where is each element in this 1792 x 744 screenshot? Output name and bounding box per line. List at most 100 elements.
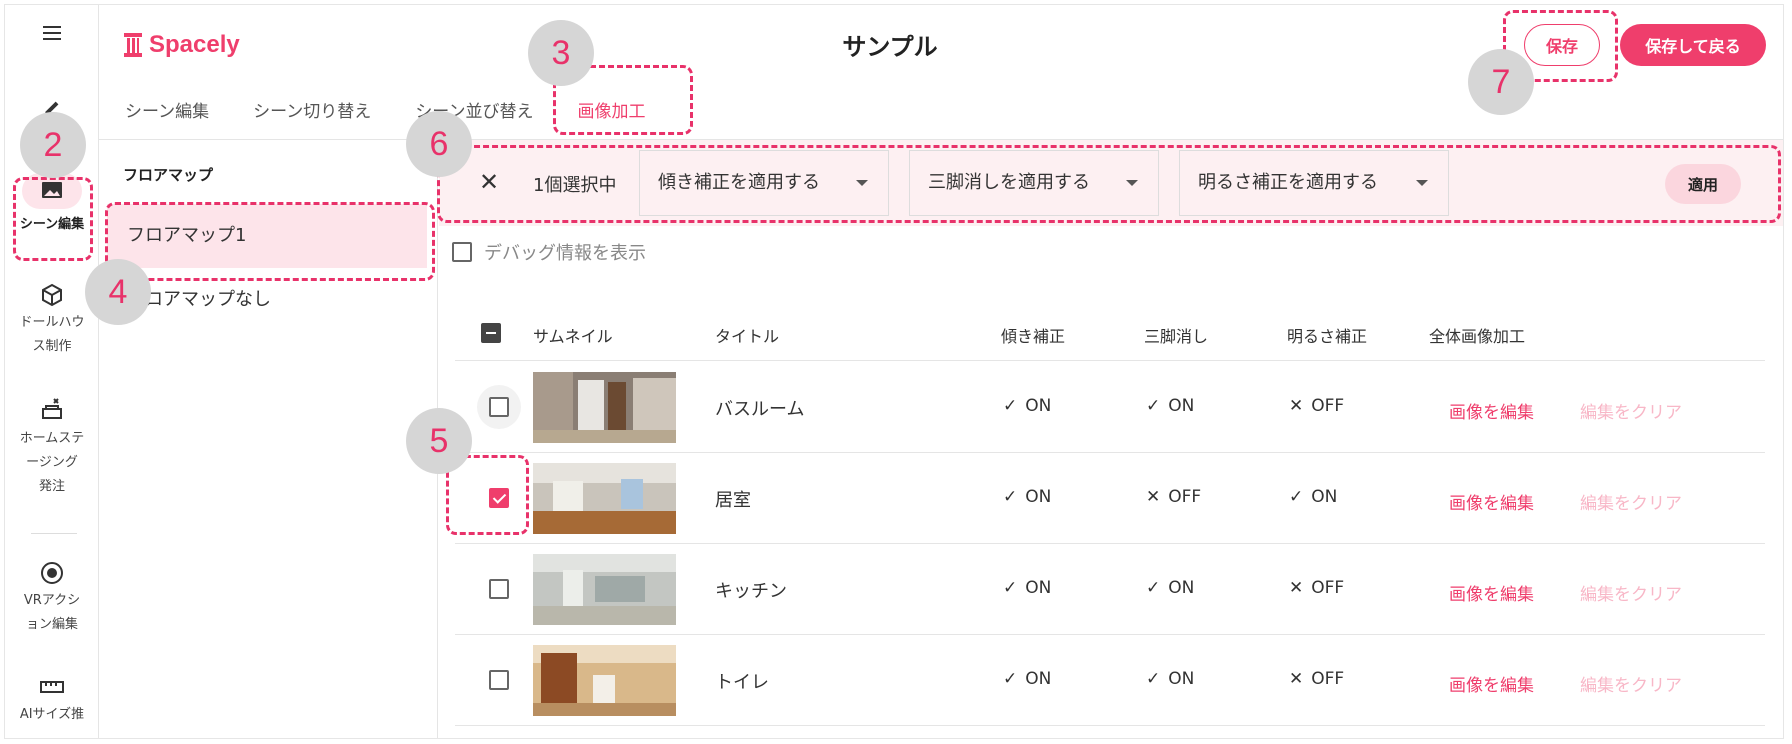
brightness-status: ✕ OFF <box>1289 578 1344 598</box>
check-icon: ✓ <box>1003 578 1018 598</box>
apply-button[interactable]: 適用 <box>1665 164 1741 204</box>
app-frame: シーン編集 ドールハウ ス制作 ホームステ ージング 発注 VRアクシ ョン編集… <box>4 4 1784 739</box>
row-checkbox[interactable] <box>489 670 509 690</box>
scene-thumbnail[interactable] <box>533 645 676 716</box>
page-title: サンプル <box>842 33 938 61</box>
clear-edit-link[interactable]: 編集をクリア <box>1580 489 1682 514</box>
tilt-status: ✓ ON <box>1003 578 1051 598</box>
annotation-marker-2: 2 <box>20 112 86 178</box>
logo-text: Spacely <box>149 31 240 58</box>
rail-label-line2: ョン編集 <box>25 617 78 632</box>
rail-item-home-staging[interactable]: ホームステ ージング 発注 <box>5 397 99 499</box>
save-button[interactable]: 保存 <box>1524 24 1600 66</box>
edit-image-link[interactable]: 画像を編集 <box>1449 489 1534 514</box>
tilt-status: ✓ ON <box>1003 669 1051 689</box>
scene-thumbnail[interactable] <box>533 372 676 443</box>
debug-checkbox[interactable] <box>452 242 472 262</box>
rail-label-line1: ドールハウ <box>19 315 85 330</box>
row-checkbox[interactable] <box>489 579 509 599</box>
check-icon: ✓ <box>1146 669 1161 689</box>
scene-thumbnail[interactable] <box>533 463 676 534</box>
annotation-marker-3: 3 <box>528 20 594 86</box>
status-value: OFF <box>1311 578 1345 598</box>
cross-icon: ✕ <box>1289 669 1304 689</box>
floor-map-heading: フロアマップ <box>123 166 214 184</box>
scene-thumbnail[interactable] <box>533 554 676 625</box>
edit-image-link[interactable]: 画像を編集 <box>1449 671 1534 696</box>
caret-down-icon <box>1416 180 1428 186</box>
selection-count: 1個選択中 <box>533 175 617 196</box>
check-icon: ✓ <box>1289 487 1304 507</box>
debug-info-toggle[interactable]: デバッグ情報を表示 <box>452 239 646 265</box>
clear-edit-link[interactable]: 編集をクリア <box>1580 580 1682 605</box>
sofa-icon <box>42 398 62 419</box>
tab-scene-edit[interactable]: シーン編集 <box>99 95 231 139</box>
rail-item-ai-size[interactable]: AIサイズ推 <box>5 677 99 727</box>
debug-label: デバッグ情報を表示 <box>484 243 646 264</box>
scene-title: 居室 <box>715 490 751 511</box>
tab-scene-switch[interactable]: シーン切り替え <box>231 95 393 139</box>
rail-item-scene-edit[interactable]: シーン編集 <box>5 173 99 237</box>
bulk-action-bar: ✕ 1個選択中 傾き補正を適用する 三脚消しを適用する 明るさ補正を適用する 適… <box>439 140 1783 226</box>
tripod-status: ✕ OFF <box>1146 487 1201 507</box>
status-value: ON <box>1168 669 1195 689</box>
clear-edit-link[interactable]: 編集をクリア <box>1580 671 1682 696</box>
menu-icon[interactable] <box>5 21 99 45</box>
save-and-back-button[interactable]: 保存して戻る <box>1620 24 1766 66</box>
status-value: ON <box>1025 487 1052 507</box>
floor-map-item[interactable]: フロアマップ1 <box>107 204 427 268</box>
status-value: OFF <box>1311 669 1345 689</box>
tripod-status: ✓ ON <box>1146 578 1194 598</box>
tab-image-processing[interactable]: 画像加工 <box>555 95 667 139</box>
select-value: 傾き補正を適用する <box>658 172 820 193</box>
rail-label-line2: ージング <box>26 455 78 470</box>
check-icon: ✓ <box>1003 396 1018 416</box>
select-all-checkbox[interactable] <box>481 323 501 343</box>
table-row: キッチン ✓ ON ✓ ON ✕ OFF 画像を編集 編集をクリア <box>455 544 1765 635</box>
column-tripod: 三脚消し <box>1144 327 1209 346</box>
close-icon[interactable]: ✕ <box>479 170 503 194</box>
floor-map-item[interactable]: フロアマップなし <box>107 268 427 332</box>
annotation-marker-6: 6 <box>406 111 472 177</box>
tilt-correction-select[interactable]: 傾き補正を適用する <box>639 150 889 216</box>
status-value: ON <box>1025 396 1052 416</box>
floor-map-panel: フロアマップ フロアマップ1 フロアマップなし <box>99 140 438 738</box>
scene-title: トイレ <box>715 672 769 693</box>
tilt-status: ✓ ON <box>1003 487 1051 507</box>
status-value: ON <box>1168 396 1195 416</box>
brightness-correction-select[interactable]: 明るさ補正を適用する <box>1179 150 1449 216</box>
edit-image-link[interactable]: 画像を編集 <box>1449 580 1534 605</box>
select-value: 三脚消しを適用する <box>928 172 1090 193</box>
table-header: サムネイル タイトル 傾き補正 三脚消し 明るさ補正 全体画像加工 <box>455 305 1765 361</box>
caret-down-icon <box>856 180 868 186</box>
cross-icon: ✕ <box>1289 396 1304 416</box>
rail-label: シーン編集 <box>19 217 85 232</box>
brightness-status: ✕ OFF <box>1289 396 1344 416</box>
column-brightness: 明るさ補正 <box>1287 327 1368 346</box>
cross-icon: ✕ <box>1146 487 1161 507</box>
tripod-removal-select[interactable]: 三脚消しを適用する <box>909 150 1159 216</box>
status-value: OFF <box>1168 487 1202 507</box>
column-thumbnail: サムネイル <box>533 327 613 346</box>
check-icon: ✓ <box>1146 396 1161 416</box>
row-checkbox[interactable] <box>489 397 509 417</box>
column-title: タイトル <box>715 327 780 346</box>
status-value: ON <box>1025 669 1052 689</box>
edit-image-link[interactable]: 画像を編集 <box>1449 398 1534 423</box>
column-logo-icon <box>124 33 142 57</box>
table-row: バスルーム ✓ ON ✓ ON ✕ OFF 画像を編集 編集をクリア <box>455 362 1765 453</box>
tilt-status: ✓ ON <box>1003 396 1051 416</box>
caret-down-icon <box>1126 180 1138 186</box>
cross-icon: ✕ <box>1289 578 1304 598</box>
rail-item-vr-action[interactable]: VRアクシ ョン編集 <box>5 561 99 637</box>
ruler-icon <box>40 681 64 693</box>
rail-label-line1: VRアクシ <box>23 593 81 608</box>
status-value: ON <box>1025 578 1052 598</box>
column-whole-image: 全体画像加工 <box>1429 327 1526 346</box>
annotation-marker-5: 5 <box>406 408 472 474</box>
tripod-status: ✓ ON <box>1146 396 1194 416</box>
clear-edit-link[interactable]: 編集をクリア <box>1580 398 1682 423</box>
check-icon: ✓ <box>1003 669 1018 689</box>
row-checkbox[interactable] <box>489 488 509 508</box>
spacely-logo[interactable]: Spacely <box>123 29 240 61</box>
